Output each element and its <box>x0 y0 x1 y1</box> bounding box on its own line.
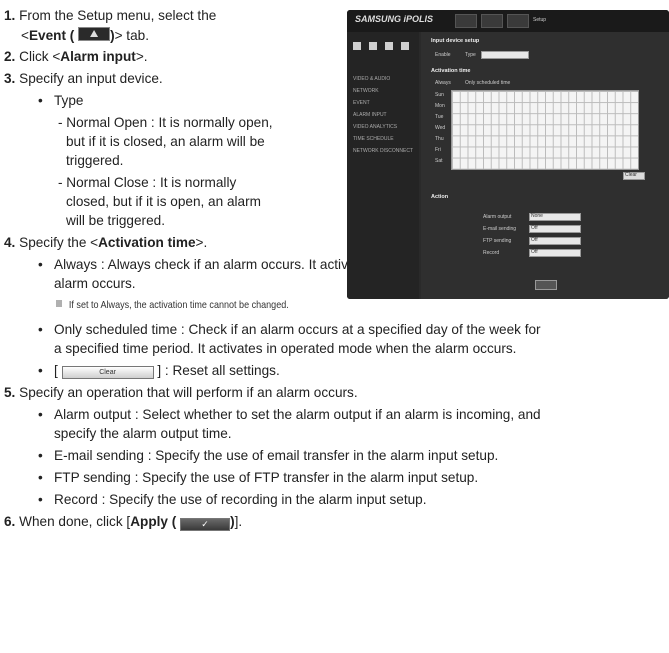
sidebar-item: NETWORK DISCONNECT <box>353 148 413 154</box>
normal-open-line2: but if it is closed, an alarm will be <box>66 134 265 149</box>
system-icon <box>401 42 409 50</box>
step-text: When done, click [ <box>19 514 131 529</box>
action-label: Alarm output <box>483 214 512 220</box>
day-label: Tue <box>435 114 444 120</box>
type-label: Type <box>465 52 476 58</box>
step-text: Click < <box>19 49 61 64</box>
screenshot-sidebar: VIDEO & AUDIO NETWORK EVENT ALARM INPUT … <box>347 32 419 299</box>
event-tab-icon <box>78 27 111 41</box>
alarm-output-line2: specify the alarm output time. <box>54 426 232 441</box>
step-text-end: ]. <box>234 514 243 529</box>
day-label: Mon <box>435 103 445 109</box>
step-number: 1. <box>4 8 16 23</box>
video-icon <box>353 42 361 50</box>
action-value: Off <box>531 249 538 255</box>
enable-label: Enable <box>435 52 451 58</box>
clear-text: ] : Reset all settings. <box>157 363 280 378</box>
step-5: 5. Specify an operation that will perfor… <box>4 385 358 400</box>
step-text: From the Setup menu, select the <box>19 8 217 23</box>
screenshot-topbar: SAMSUNG iPOLIS Setup <box>347 10 669 32</box>
scheduled-line1: Only scheduled time : Check if an alarm … <box>38 322 541 337</box>
normal-close-line3: will be triggered. <box>66 213 165 228</box>
always-line2: alarm occurs. <box>54 276 136 291</box>
action-label: Record <box>483 250 500 256</box>
day-label: Thu <box>435 136 444 142</box>
step-text: Specify an input device. <box>19 71 163 86</box>
step-text-end: >. <box>195 235 208 250</box>
event-label: Event ( <box>28 28 75 43</box>
sidebar-item: VIDEO ANALYTICS <box>353 124 398 130</box>
scheduled-line2: a specified time period. It activates in… <box>54 341 517 356</box>
step-3: 3. Specify an input device. <box>4 71 163 86</box>
sidebar-item: TIME SCHEDULE <box>353 136 394 142</box>
sidebar-item: VIDEO & AUDIO <box>353 76 391 82</box>
normal-open-line1: - Normal Open : It is normally open, <box>58 115 273 130</box>
always-note: If set to Always, the activation time ca… <box>56 299 289 311</box>
type-bullet: Type <box>38 93 83 108</box>
bracket: [ <box>54 363 58 378</box>
apply-button: ✓ <box>180 518 231 531</box>
alarm-input-label: Alarm input <box>60 49 136 64</box>
activation-title: Activation time <box>431 68 471 74</box>
tab-text: > tab. <box>114 28 149 43</box>
action-label: E-mail sending <box>483 226 517 232</box>
ftp-line: FTP sending : Specify the use of FTP tra… <box>38 470 478 485</box>
step-6: 6. When done, click [Apply ( ✓)]. <box>4 514 242 531</box>
normal-close-line1: - Normal Close : It is normally <box>58 175 237 190</box>
step-text: Specify an operation that will perform i… <box>19 385 358 400</box>
step-text: Specify the < <box>19 235 99 250</box>
clear-button: Clear <box>61 366 154 379</box>
step-1: 1. From the Setup menu, select the <box>4 8 216 23</box>
day-label: Fri <box>435 147 441 153</box>
network-icon <box>369 42 377 50</box>
day-label: Sat <box>435 158 443 164</box>
sidebar-item: ALARM INPUT <box>353 112 387 118</box>
alarm-output-line1: Alarm output : Select whether to set the… <box>38 407 541 422</box>
action-value: None <box>531 213 543 219</box>
setup-screenshot: SAMSUNG iPOLIS Setup VIDEO & AUDIO NETWO… <box>347 10 669 299</box>
day-label: Sun <box>435 92 444 98</box>
day-label: Wed <box>435 125 446 131</box>
screenshot-clear-label: Clear <box>625 172 637 178</box>
action-value: Off <box>531 237 538 243</box>
setup-tab-icon <box>507 14 529 28</box>
step-number: 3. <box>4 71 16 86</box>
note-marker-icon <box>56 300 63 307</box>
schedule-grid <box>451 90 639 170</box>
step-number: 5. <box>4 385 16 400</box>
always-label: Always <box>435 80 451 86</box>
action-value: Off <box>531 225 538 231</box>
action-title: Action <box>431 194 449 200</box>
apply-label: Apply ( <box>130 514 177 529</box>
only-label: Only scheduled time <box>465 80 511 86</box>
sidebar-item: NETWORK <box>353 88 379 94</box>
action-label: FTP sending <box>483 238 512 244</box>
live-tab-icon <box>455 14 477 28</box>
bracket: < <box>21 28 29 43</box>
step-1-line2: <Event ( )> tab. <box>21 27 149 43</box>
step-number: 4. <box>4 235 16 250</box>
activation-time-label: Activation time <box>98 235 196 250</box>
screenshot-panel: Input device setup Enable Type Activatio… <box>421 32 669 299</box>
step-text-end: >. <box>135 49 148 64</box>
step-number: 2. <box>4 49 16 64</box>
type-select <box>481 51 529 59</box>
clear-line: [ Clear ] : Reset all settings. <box>38 363 280 379</box>
logo: SAMSUNG iPOLIS <box>355 14 434 24</box>
email-line: E-mail sending : Specify the use of emai… <box>38 448 498 463</box>
step-4: 4. Specify the <Activation time>. <box>4 235 207 250</box>
step-2: 2. Click <Alarm input>. <box>4 49 148 64</box>
setup-label: Setup <box>533 17 547 23</box>
record-line: Record : Specify the use of recording in… <box>38 492 427 507</box>
screenshot-apply-button <box>535 280 557 290</box>
playback-tab-icon <box>481 14 503 28</box>
event-icon <box>385 42 393 50</box>
normal-close-line2: closed, but if it is open, an alarm <box>66 194 261 209</box>
bullet <box>38 363 54 378</box>
step-number: 6. <box>4 514 16 529</box>
normal-open-line3: triggered. <box>66 153 124 168</box>
input-title: Input device setup <box>431 38 480 44</box>
note-text: If set to Always, the activation time ca… <box>68 299 289 311</box>
sidebar-item: EVENT <box>353 100 370 106</box>
